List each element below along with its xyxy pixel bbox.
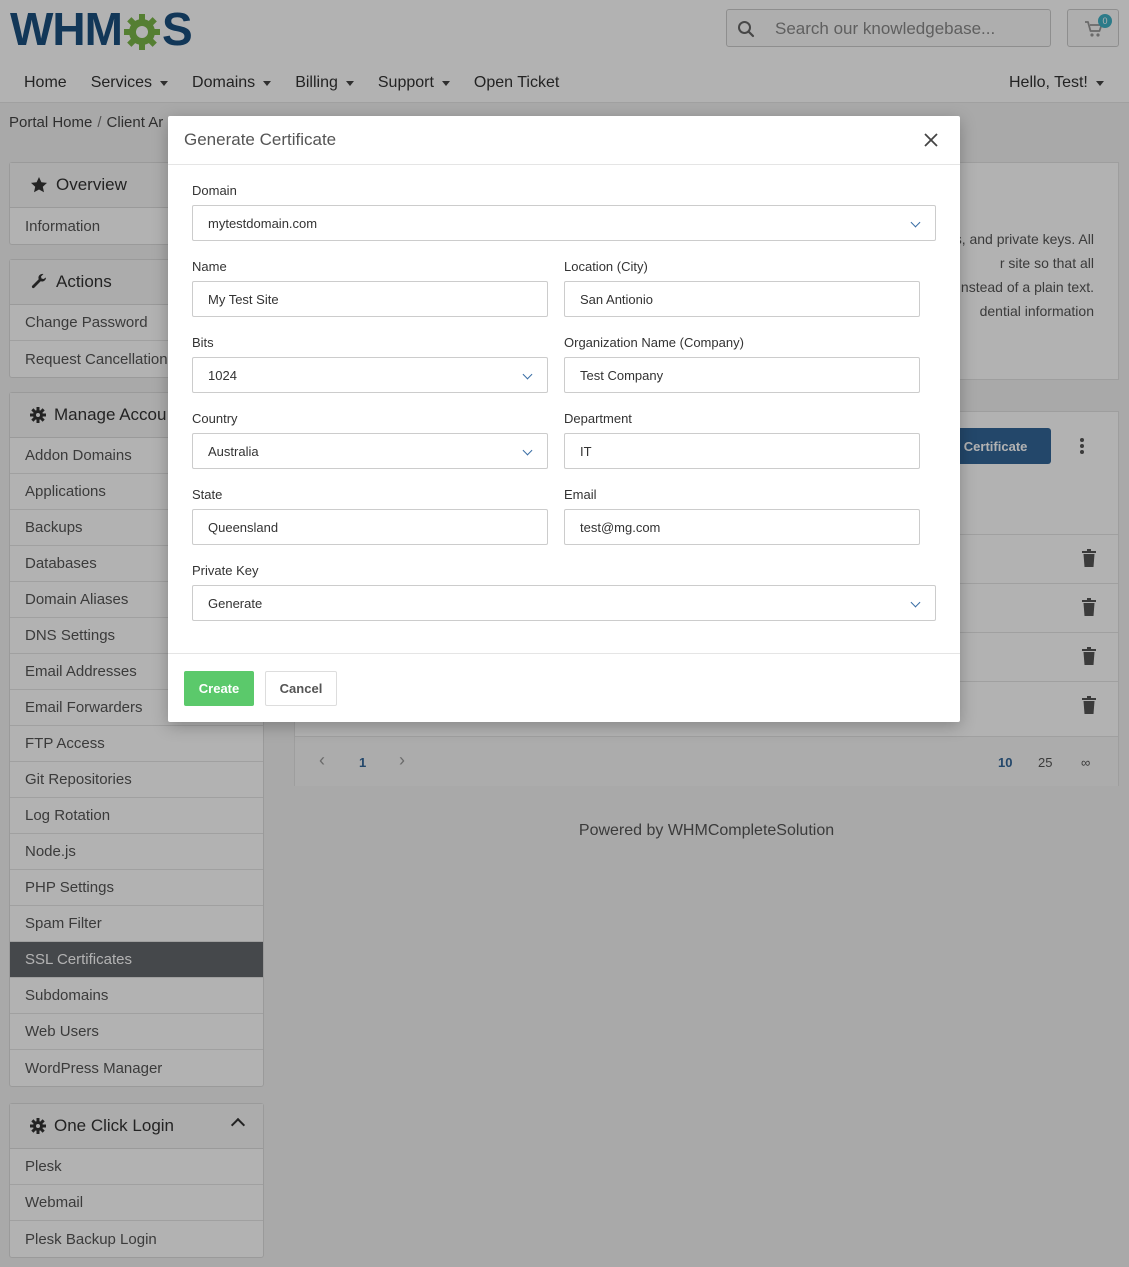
email-label: Email — [564, 487, 597, 502]
bits-value: 1024 — [208, 367, 237, 383]
chevron-down-icon — [910, 597, 921, 608]
modal-header: Generate Certificate — [168, 116, 960, 165]
bits-select[interactable]: 1024 — [192, 357, 548, 393]
email-field[interactable]: test@mg.com — [564, 509, 920, 545]
domain-label: Domain — [192, 183, 237, 198]
modal-title: Generate Certificate — [184, 130, 337, 149]
location-input[interactable]: San Antionio — [564, 281, 920, 317]
organization-label: Organization Name (Company) — [564, 335, 744, 350]
create-button[interactable]: Create — [184, 671, 254, 706]
state-label: State — [192, 487, 223, 502]
state-value: Queensland — [208, 519, 279, 535]
country-label: Country — [192, 411, 238, 426]
state-input[interactable]: Queensland — [192, 509, 548, 545]
private-key-select[interactable]: Generate — [192, 585, 936, 621]
organization-value: Test Company — [580, 367, 664, 383]
domain-select[interactable]: mytestdomain.com — [192, 205, 936, 241]
name-input[interactable]: My Test Site — [192, 281, 548, 317]
chevron-down-icon — [522, 369, 533, 380]
location-value: San Antionio — [580, 291, 654, 307]
private-key-label: Private Key — [192, 563, 259, 578]
department-value: IT — [580, 443, 592, 459]
country-select[interactable]: Australia — [192, 433, 548, 469]
bits-label: Bits — [192, 335, 214, 350]
location-label: Location (City) — [564, 259, 648, 274]
chevron-down-icon — [522, 445, 533, 456]
modal-footer: Create Cancel — [168, 653, 960, 722]
name-label: Name — [192, 259, 227, 274]
close-icon[interactable] — [922, 131, 940, 149]
generate-certificate-modal: Generate Certificate Domain mytestdomain… — [168, 116, 960, 722]
cancel-button[interactable]: Cancel — [265, 671, 337, 706]
organization-input[interactable]: Test Company — [564, 357, 920, 393]
email-value: test@mg.com — [580, 519, 661, 535]
private-key-value: Generate — [208, 595, 263, 611]
chevron-down-icon — [910, 217, 921, 228]
department-input[interactable]: IT — [564, 433, 920, 469]
country-value: Australia — [208, 443, 259, 459]
domain-value: mytestdomain.com — [208, 215, 318, 231]
name-value: My Test Site — [208, 291, 279, 307]
department-label: Department — [564, 411, 632, 426]
